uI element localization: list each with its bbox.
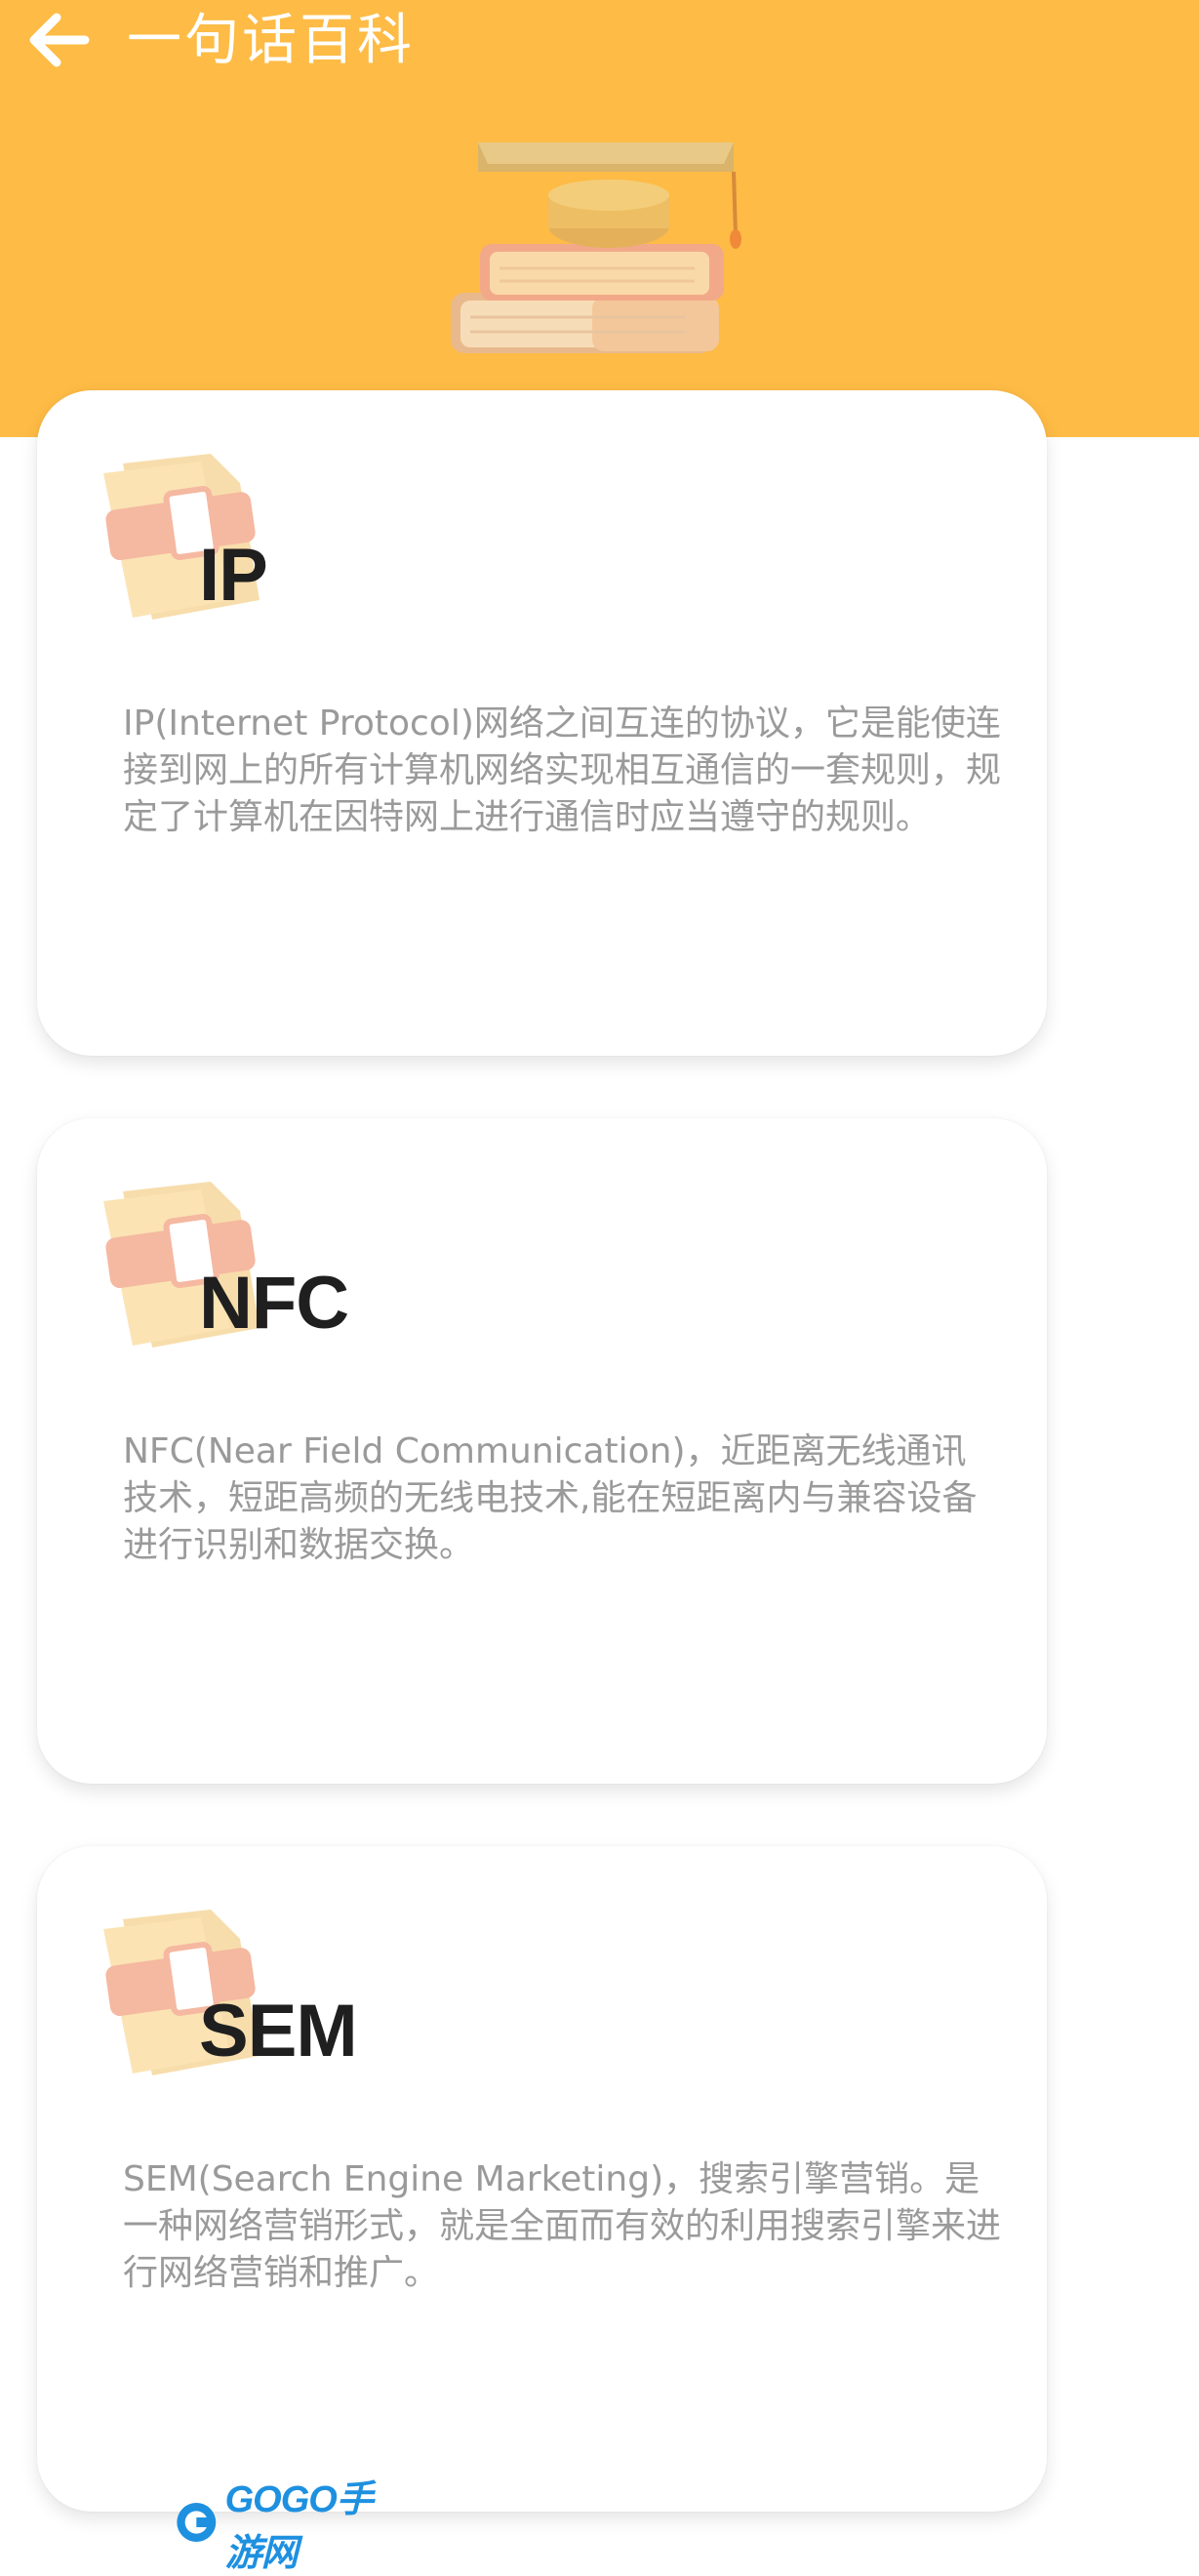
graduation-cap-books-icon [451,142,741,353]
arrow-left-icon [29,13,90,67]
watermark: GOGO手游网 [174,2479,408,2574]
card-ip[interactable]: IP IP(Internet Protocol)网络之间互连的协议，它是能使连接… [37,390,1047,1056]
page-title: 一句话百科 [127,9,415,72]
card-description: IP(Internet Protocol)网络之间互连的协议，它是能使连接到网上… [123,704,1002,837]
card-title: IP [199,534,268,617]
card-nfc[interactable]: NFC NFC(Near Field Communication)，近距离无线通… [37,1118,1047,1784]
card-description: NFC(Near Field Communication)，近距离无线通讯技术，… [123,1431,978,1565]
card-description: SEM(Search Engine Marketing)，搜索引擎营销。是一种网… [123,2159,1002,2293]
watermark-text: GOGO手游网 [224,2479,374,2574]
app-header: 一句话百科 [0,0,1199,437]
card-sem[interactable]: SEM SEM(Search Engine Marketing)，搜索引擎营销。… [37,1846,1047,2512]
card-title: SEM [199,1990,358,2073]
gogo-logo-icon [177,2503,217,2542]
back-button[interactable] [21,2,98,78]
card-title: NFC [199,1262,349,1345]
